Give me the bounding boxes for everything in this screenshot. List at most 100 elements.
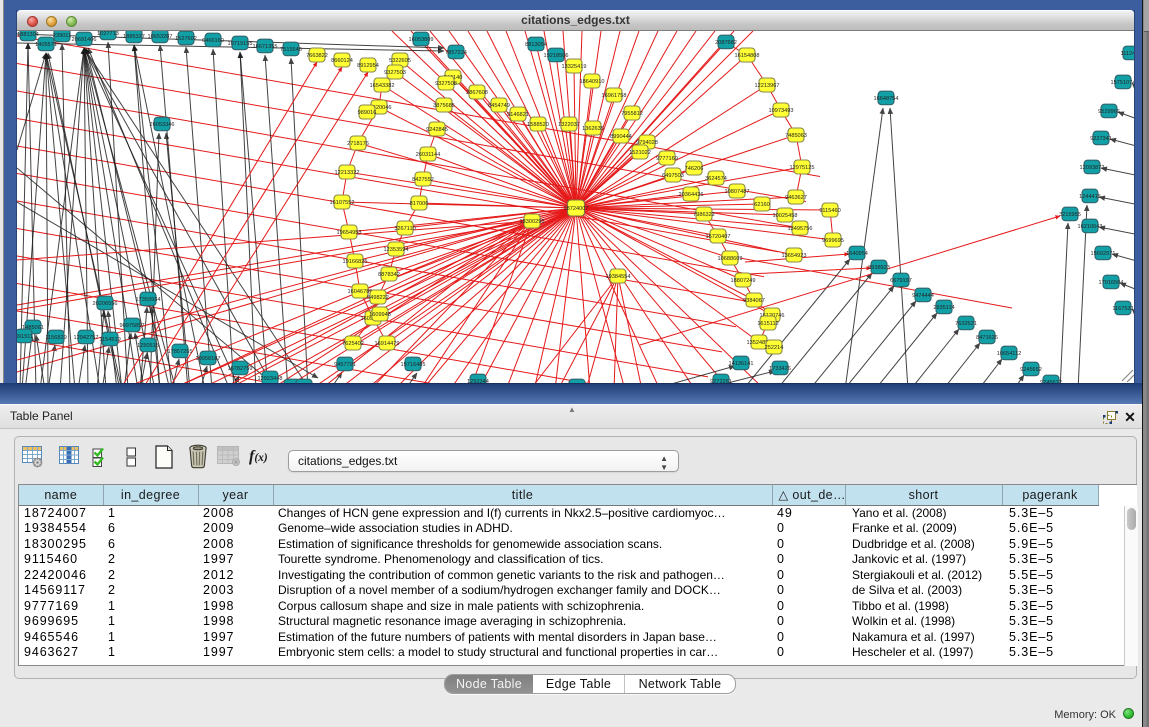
svg-text:1885327: 1885327 xyxy=(123,34,145,40)
svg-text:989016: 989016 xyxy=(358,110,377,116)
svg-text:26031144: 26031144 xyxy=(416,152,440,158)
svg-text:1640954: 1640954 xyxy=(846,251,868,257)
svg-text:1362635: 1362635 xyxy=(582,126,604,132)
svg-text:1733426: 1733426 xyxy=(769,366,791,372)
svg-text:16107552: 16107552 xyxy=(330,200,355,206)
svg-text:7485063: 7485063 xyxy=(785,133,807,139)
svg-text:9474444: 9474444 xyxy=(912,293,934,299)
svg-text:1156829: 1156829 xyxy=(45,335,66,341)
svg-text:8471626: 8471626 xyxy=(976,335,998,341)
svg-text:9699695: 9699695 xyxy=(822,238,844,244)
svg-text:15751074: 15751074 xyxy=(1111,80,1134,86)
svg-text:18640910: 18640910 xyxy=(580,79,605,85)
svg-text:2087682: 2087682 xyxy=(715,40,737,46)
svg-text:1292344: 1292344 xyxy=(467,379,489,383)
svg-text:16782759: 16782759 xyxy=(228,366,253,372)
svg-text:1588520: 1588520 xyxy=(527,122,549,128)
svg-text:12942757: 12942757 xyxy=(74,335,99,341)
svg-text:12975125: 12975125 xyxy=(790,165,815,171)
svg-text:10973493: 10973493 xyxy=(769,108,794,114)
svg-text:7632621: 7632621 xyxy=(955,321,977,327)
svg-text:746206: 746206 xyxy=(685,166,704,172)
svg-text:9777169: 9777169 xyxy=(656,156,678,162)
svg-text:9245612: 9245612 xyxy=(1040,380,1062,383)
svg-text:3875685: 3875685 xyxy=(433,103,455,109)
svg-text:18724007: 18724007 xyxy=(564,206,589,212)
svg-text:10025458: 10025458 xyxy=(773,213,798,219)
svg-text:9245652: 9245652 xyxy=(1020,367,1042,373)
svg-text:13495756: 13495756 xyxy=(788,226,813,232)
svg-text:16961758: 16961758 xyxy=(602,93,627,99)
svg-text:12213322: 12213322 xyxy=(335,170,360,176)
svg-text:12213967: 12213967 xyxy=(755,83,780,89)
svg-text:1027713: 1027713 xyxy=(97,31,119,37)
svg-text:8938923: 8938923 xyxy=(868,265,890,271)
svg-text:20206556: 20206556 xyxy=(93,301,118,307)
svg-text:3267110: 3267110 xyxy=(394,226,415,232)
svg-text:14136141: 14136141 xyxy=(729,361,754,367)
svg-text:1154519: 1154519 xyxy=(99,337,120,343)
svg-text:15720407: 15720407 xyxy=(706,234,731,240)
svg-text:10719155: 10719155 xyxy=(228,41,253,47)
svg-text:8660124: 8660124 xyxy=(331,58,353,64)
svg-text:9115460: 9115460 xyxy=(819,208,840,214)
svg-text:9384067: 9384067 xyxy=(743,298,765,304)
svg-text:16914479: 16914479 xyxy=(375,341,400,347)
svg-text:2935114: 2935114 xyxy=(933,305,954,311)
svg-text:12353594: 12353594 xyxy=(384,247,409,253)
svg-text:20691406: 20691406 xyxy=(72,37,97,43)
svg-text:3624574: 3624574 xyxy=(705,176,727,182)
svg-text:1167531: 1167531 xyxy=(1112,306,1133,312)
svg-text:13325419: 13325419 xyxy=(562,64,587,70)
svg-text:1250515: 1250515 xyxy=(137,343,159,349)
svg-text:18300295: 18300295 xyxy=(520,219,545,225)
svg-text:20364436: 20364436 xyxy=(679,192,704,198)
svg-text:6679197: 6679197 xyxy=(890,278,912,284)
svg-text:16154808: 16154808 xyxy=(735,53,760,59)
svg-text:62160: 62160 xyxy=(754,202,770,208)
svg-text:7625402: 7625402 xyxy=(342,341,364,347)
svg-text:15716485: 15716485 xyxy=(401,362,426,368)
svg-text:2867608: 2867608 xyxy=(466,90,488,96)
svg-text:16053809: 16053809 xyxy=(409,37,434,43)
svg-text:5498222: 5498222 xyxy=(367,295,389,301)
svg-text:9529966: 9529966 xyxy=(1098,109,1120,115)
svg-text:7857224: 7857224 xyxy=(445,50,467,56)
svg-text:8990444: 8990444 xyxy=(610,134,632,140)
svg-text:9242845: 9242845 xyxy=(426,127,448,133)
svg-text:1615112: 1615112 xyxy=(757,321,778,327)
svg-text:17016504: 17016504 xyxy=(1099,280,1124,286)
svg-text:19654953: 19654953 xyxy=(337,230,362,236)
svg-text:16648754: 16648754 xyxy=(874,96,899,102)
svg-text:16543382: 16543382 xyxy=(370,83,395,89)
svg-text:18807249: 18807249 xyxy=(731,278,756,284)
svg-text:7663822: 7663822 xyxy=(306,53,328,59)
svg-text:8813054: 8813054 xyxy=(525,42,547,48)
svg-text:9457791: 9457791 xyxy=(334,362,356,368)
svg-text:391511: 391511 xyxy=(17,334,33,340)
svg-text:12093872: 12093872 xyxy=(1080,165,1105,171)
svg-text:17857255: 17857255 xyxy=(168,349,193,355)
svg-text:8427552: 8427552 xyxy=(412,177,434,183)
svg-text:9463627: 9463627 xyxy=(785,195,807,201)
svg-text:9327508: 9327508 xyxy=(435,81,457,87)
svg-text:9272261: 9272261 xyxy=(710,379,732,383)
svg-text:817006: 817006 xyxy=(410,201,429,207)
svg-text:90975857: 90975857 xyxy=(120,323,145,329)
svg-text:12923448: 12923448 xyxy=(258,376,283,382)
svg-text:6466160: 6466160 xyxy=(202,38,224,44)
svg-text:19166825: 19166825 xyxy=(343,259,368,265)
svg-text:7955812: 7955812 xyxy=(621,111,643,117)
svg-text:1322037: 1322037 xyxy=(558,122,580,128)
svg-text:13654923: 13654923 xyxy=(782,253,807,259)
svg-text:19218506: 19218506 xyxy=(544,53,569,59)
svg-text:9146821: 9146821 xyxy=(507,112,529,118)
svg-text:1881304: 1881304 xyxy=(17,32,39,38)
svg-text:1405571: 1405571 xyxy=(35,42,57,48)
svg-text:16671355: 16671355 xyxy=(253,44,278,50)
svg-text:9327503: 9327503 xyxy=(384,70,406,76)
svg-text:8454749: 8454749 xyxy=(488,103,510,109)
svg-text:10807487: 10807487 xyxy=(725,189,750,195)
svg-text:5322605: 5322605 xyxy=(389,58,411,64)
svg-text:2718176: 2718176 xyxy=(347,141,369,147)
